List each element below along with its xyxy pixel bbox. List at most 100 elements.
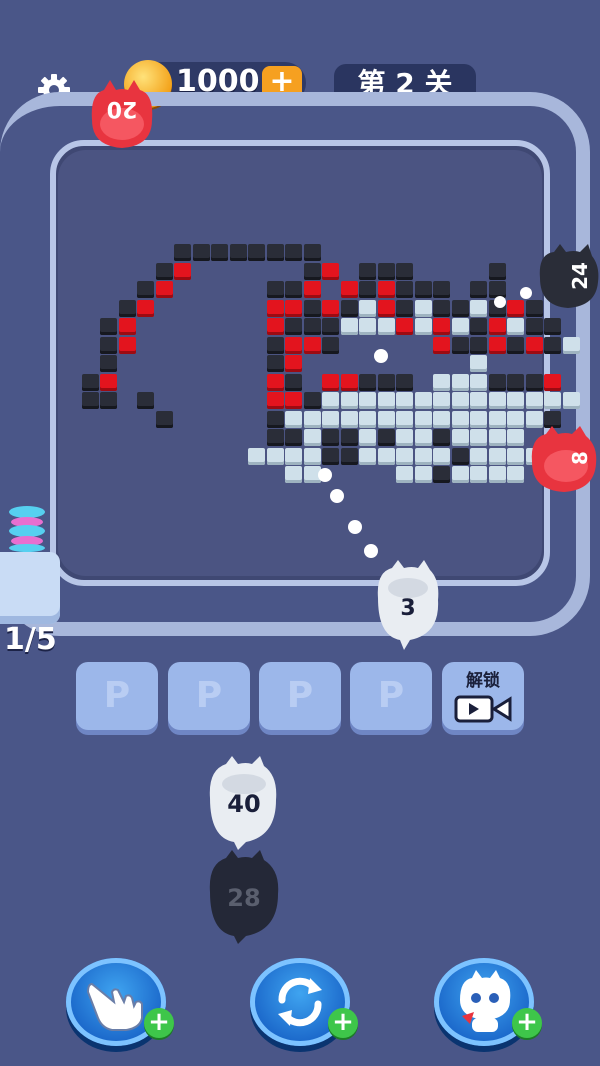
booster-refresh-plus[interactable]: + <box>328 1008 358 1038</box>
block <box>377 373 395 391</box>
block <box>303 392 321 409</box>
block <box>285 373 302 391</box>
block <box>303 336 321 354</box>
block <box>470 392 487 409</box>
block <box>340 373 358 391</box>
block <box>507 373 524 391</box>
block <box>433 281 450 298</box>
block <box>396 299 413 317</box>
block <box>433 447 450 465</box>
block <box>470 281 487 298</box>
block <box>377 262 395 280</box>
block <box>470 447 487 465</box>
block <box>266 373 284 391</box>
block <box>359 410 376 428</box>
block <box>322 429 339 446</box>
block <box>285 244 302 261</box>
block <box>414 447 432 465</box>
block <box>322 262 339 280</box>
block <box>470 299 487 317</box>
block <box>229 244 247 261</box>
block <box>451 429 469 446</box>
cat-red-top-count: 20 <box>106 96 138 121</box>
block <box>544 392 561 409</box>
block <box>525 392 543 409</box>
block <box>488 318 506 335</box>
block <box>340 447 358 465</box>
block <box>285 392 302 409</box>
block <box>359 373 376 391</box>
parking-slot-label: P <box>286 675 314 716</box>
block <box>544 318 561 335</box>
queue-counter: 1/5 <box>4 622 57 657</box>
parking-slot-3[interactable]: P <box>259 662 341 730</box>
block-field <box>58 150 600 576</box>
block <box>470 429 487 446</box>
block <box>488 410 506 428</box>
block <box>377 447 395 465</box>
block <box>155 281 173 298</box>
block <box>544 373 561 391</box>
parking-slot-label: P <box>195 675 223 716</box>
block <box>470 336 487 354</box>
block <box>322 373 339 391</box>
block <box>340 410 358 428</box>
block <box>137 392 154 409</box>
block <box>414 429 432 446</box>
parking-slot-2[interactable]: P <box>168 662 250 730</box>
block <box>303 410 321 428</box>
block <box>377 429 395 446</box>
ball <box>318 468 332 482</box>
booster-hand-plus[interactable]: + <box>144 1008 174 1038</box>
block <box>488 429 506 446</box>
block <box>396 447 413 465</box>
block <box>433 410 450 428</box>
ball <box>348 520 362 534</box>
ball <box>364 544 378 558</box>
ball <box>494 296 506 308</box>
block <box>414 318 432 335</box>
block <box>100 336 117 354</box>
block <box>377 318 395 335</box>
block <box>303 447 321 465</box>
block <box>396 429 413 446</box>
parking-slot-label: P <box>377 675 405 716</box>
block <box>377 410 395 428</box>
block <box>507 466 524 483</box>
block <box>396 281 413 298</box>
cat-white-queue-count: 40 <box>227 790 261 818</box>
block <box>266 244 284 261</box>
block <box>451 447 469 465</box>
block <box>340 299 358 317</box>
block <box>525 373 543 391</box>
booster-cat-plus[interactable]: + <box>512 1008 542 1038</box>
block <box>137 299 154 317</box>
hand-pointer-icon <box>84 972 148 1032</box>
block <box>451 318 469 335</box>
block <box>544 336 561 354</box>
block <box>451 410 469 428</box>
block <box>322 392 339 409</box>
block <box>507 336 524 354</box>
block <box>81 392 99 409</box>
cat-red-right-count: 8 <box>568 451 592 465</box>
block <box>303 299 321 317</box>
block <box>396 373 413 391</box>
parking-slot-1[interactable]: P <box>76 662 158 730</box>
block <box>433 318 450 335</box>
block <box>100 355 117 372</box>
block <box>359 318 376 335</box>
block <box>507 392 524 409</box>
block <box>155 262 173 280</box>
block <box>285 318 302 335</box>
block <box>359 299 376 317</box>
spring-launcher-icon <box>2 504 52 552</box>
video-camera-icon <box>454 694 512 724</box>
block <box>414 392 432 409</box>
block <box>340 429 358 446</box>
block <box>525 318 543 335</box>
ball <box>374 349 388 363</box>
block <box>266 355 284 372</box>
block <box>507 429 524 446</box>
parking-slot-4[interactable]: P <box>350 662 432 730</box>
